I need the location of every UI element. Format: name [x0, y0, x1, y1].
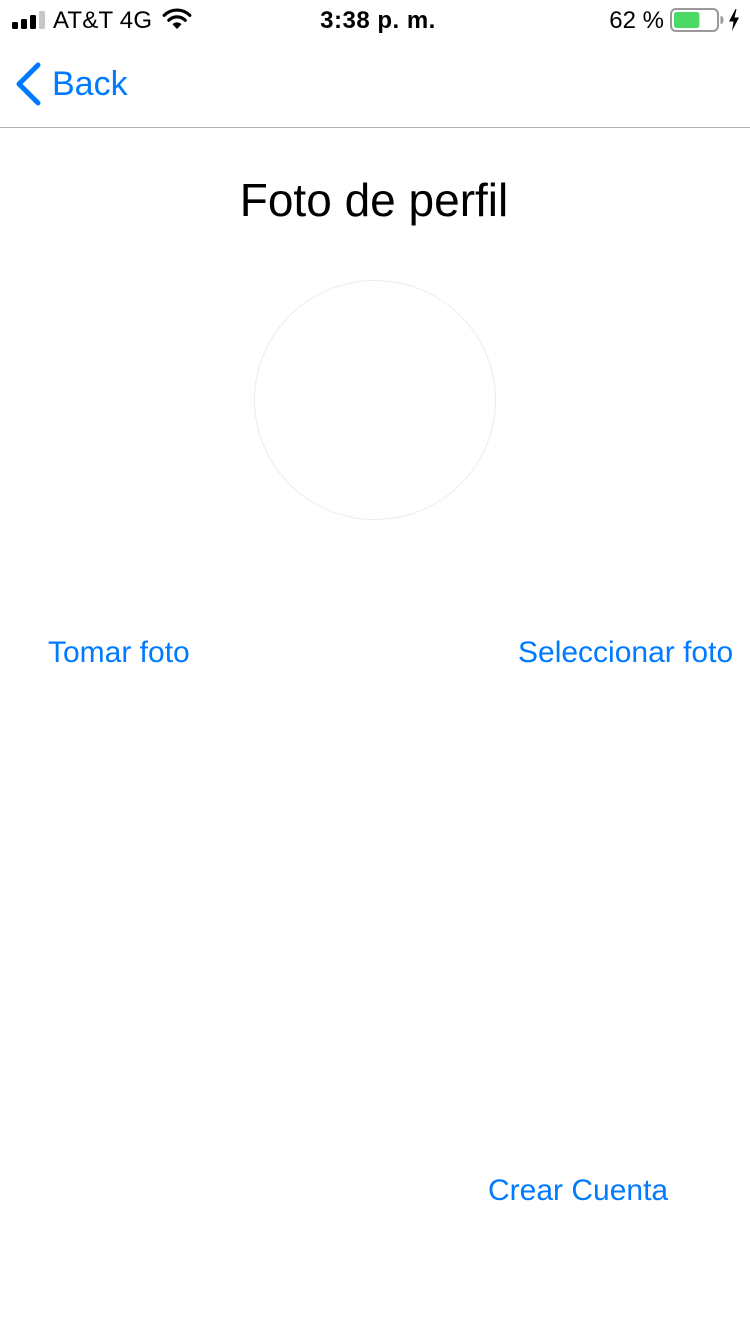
back-button[interactable]: Back	[14, 60, 128, 108]
back-label: Back	[52, 65, 128, 103]
create-account-button[interactable]: Crear Cuenta	[488, 1173, 668, 1209]
battery-icon	[670, 8, 724, 32]
status-bar: AT&T 4G 3:38 p. m. 62 %	[0, 0, 750, 40]
screen: AT&T 4G 3:38 p. m. 62 % Back Foto de per…	[0, 0, 750, 1334]
page-title: Foto de perfil	[239, 174, 509, 226]
navigation-bar: Back	[0, 40, 750, 128]
select-photo-button[interactable]: Seleccionar foto	[518, 635, 733, 671]
chevron-left-icon	[16, 62, 41, 106]
battery-percent: 62 %	[609, 7, 664, 34]
profile-photo-placeholder	[254, 280, 496, 520]
charging-icon	[729, 9, 739, 31]
take-photo-button[interactable]: Tomar foto	[48, 635, 190, 671]
